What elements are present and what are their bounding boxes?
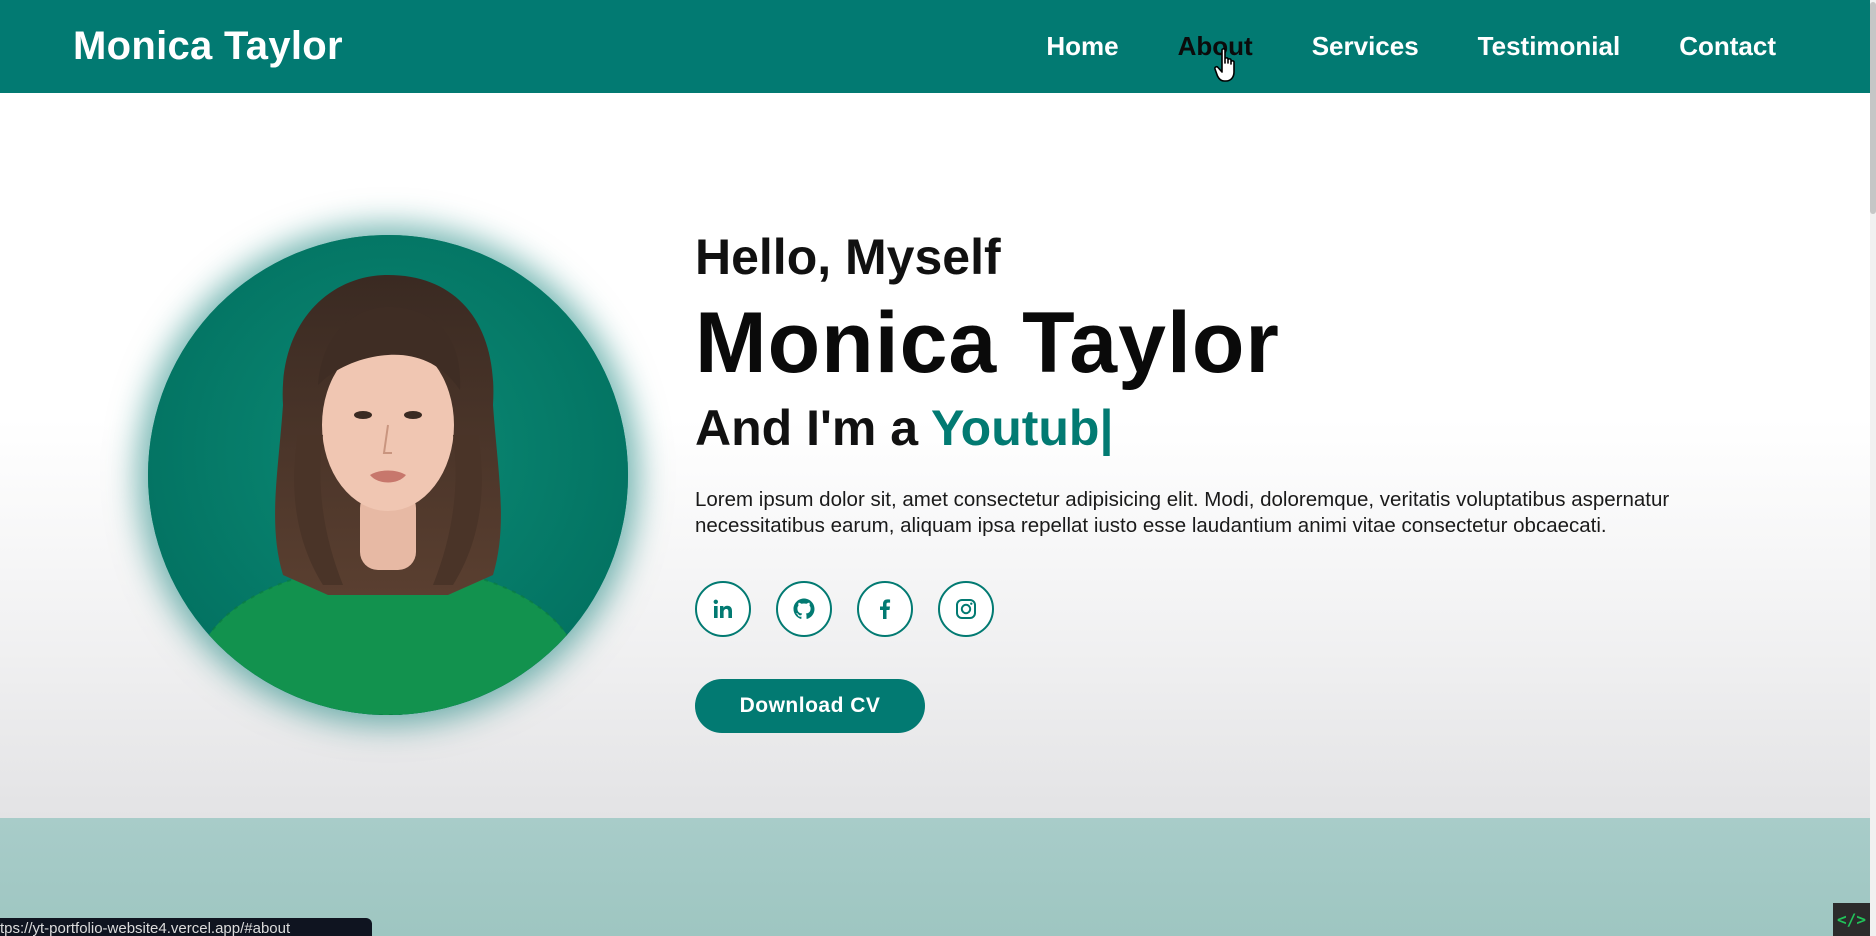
nav-link-contact[interactable]: Contact: [1679, 31, 1776, 62]
role-prefix: And I'm a: [695, 400, 932, 456]
hero-description: Lorem ipsum dolor sit, amet consectetur …: [695, 488, 1670, 537]
hero-name: Monica Taylor: [695, 295, 1280, 391]
hero-greeting: Hello, Myself: [695, 229, 1001, 285]
facebook-icon: [880, 599, 891, 619]
hero-role: And I'm a Youtub|: [695, 399, 1695, 457]
instagram-icon: [956, 599, 976, 619]
profile-portrait-image: [148, 235, 628, 715]
linkedin-icon: [713, 599, 732, 618]
nav-links: Home About Services Testimonial Contact: [1046, 31, 1776, 62]
hero-section: Hello, Myself Monica Taylor And I'm a Yo…: [0, 93, 1870, 818]
hero-text: Hello, Myself Monica Taylor And I'm a Yo…: [695, 228, 1695, 733]
profile-photo: [148, 235, 628, 715]
facebook-button[interactable]: [857, 581, 913, 637]
download-cv-button[interactable]: Download CV: [695, 679, 925, 733]
instagram-button[interactable]: [938, 581, 994, 637]
nav-link-services[interactable]: Services: [1312, 31, 1419, 62]
nav-link-testimonial[interactable]: Testimonial: [1478, 31, 1621, 62]
site-logo[interactable]: Monica Taylor: [73, 24, 343, 69]
github-icon: [793, 598, 815, 619]
scrollbar-thumb[interactable]: [1870, 2, 1876, 214]
navbar: Monica Taylor Home About Services Testim…: [0, 0, 1870, 93]
nav-link-home[interactable]: Home: [1046, 31, 1118, 62]
linkedin-button[interactable]: [695, 581, 751, 637]
social-links: [695, 581, 1695, 637]
github-button[interactable]: [776, 581, 832, 637]
role-typed-text: Youtub|: [931, 400, 1114, 456]
status-bar-url: tps://yt-portfolio-website4.vercel.app/#…: [0, 918, 372, 936]
hand-cursor-icon: [1214, 48, 1235, 82]
code-extension-icon[interactable]: </>: [1833, 903, 1870, 936]
